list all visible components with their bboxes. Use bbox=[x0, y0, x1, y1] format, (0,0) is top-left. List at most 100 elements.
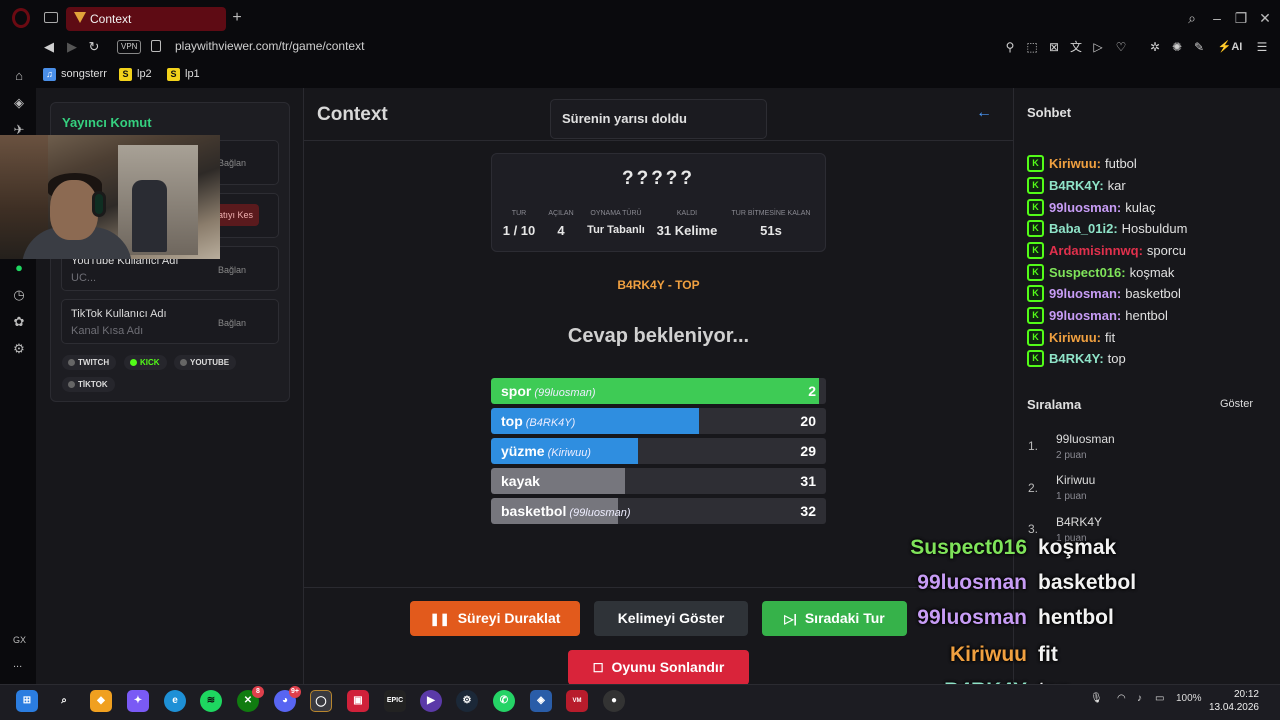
translate-icon[interactable]: 文 bbox=[1068, 39, 1084, 55]
end-game-button[interactable]: ☐ Oyunu Sonlandır bbox=[568, 650, 749, 685]
guess-user: (Kiriwuu) bbox=[547, 447, 591, 459]
wallpaper-icon[interactable]: ✺ bbox=[1169, 39, 1185, 55]
forward-icon[interactable]: ▶ bbox=[64, 39, 80, 55]
show-word-button[interactable]: Kelimeyi Göster bbox=[594, 601, 748, 636]
tiktok-username-input[interactable]: Kanal Kısa Adı bbox=[71, 325, 143, 337]
brave-icon[interactable]: ◆ bbox=[90, 690, 112, 712]
vpn-badge[interactable]: VPN bbox=[117, 40, 142, 54]
lock-icon[interactable] bbox=[151, 40, 161, 52]
stat-value: 31 Kelime bbox=[656, 223, 718, 238]
back-arrow-icon[interactable]: ← bbox=[976, 104, 992, 122]
gx-mods-icon[interactable]: ✲ bbox=[1147, 39, 1163, 55]
volume-icon[interactable]: ♪ bbox=[1137, 693, 1142, 704]
hidden-word: ????? bbox=[621, 168, 696, 189]
disconnect-button[interactable]: atıyı Kes bbox=[214, 204, 259, 226]
sidebar-mods-icon[interactable]: ✿ bbox=[11, 314, 27, 330]
rank-points: 2 puan bbox=[1056, 450, 1087, 461]
network-app-icon[interactable]: ◈ bbox=[530, 690, 552, 712]
chat-text: hentbol bbox=[1125, 307, 1168, 323]
platform-label: TWITCH bbox=[78, 358, 110, 367]
sidebar-home-icon[interactable]: ⌂ bbox=[11, 68, 27, 84]
bookmark-lp2[interactable]: S lp2 bbox=[119, 66, 152, 82]
guess-word: basketbol bbox=[501, 503, 567, 519]
music-icon[interactable]: ✎ bbox=[1191, 39, 1207, 55]
battery-icon[interactable]: ▭ bbox=[1155, 693, 1164, 704]
new-tab-icon[interactable]: + bbox=[230, 9, 244, 27]
chat-text: futbol bbox=[1105, 155, 1137, 171]
stat-round: TUR 1 / 10 bbox=[499, 210, 539, 238]
ai-button[interactable]: ⚡AI bbox=[1216, 39, 1244, 55]
discord-icon[interactable]: ◕ 9+ bbox=[274, 686, 301, 712]
back-icon[interactable]: ◀ bbox=[41, 39, 57, 55]
sidebar-more-icon[interactable]: ... bbox=[13, 658, 22, 670]
connect-link[interactable]: Bağlan bbox=[218, 265, 246, 275]
battery-percent: 100% bbox=[1176, 693, 1202, 704]
connect-link[interactable]: Bağlan bbox=[218, 318, 246, 328]
stat-value: 51s bbox=[760, 223, 782, 238]
clock[interactable]: 20:12 13.04.2026 bbox=[1207, 688, 1259, 714]
reload-icon[interactable]: ↻ bbox=[86, 39, 102, 55]
bookmark-songsterr[interactable]: ♫ songsterr bbox=[43, 66, 107, 82]
adblock-icon[interactable]: ⊠ bbox=[1046, 39, 1062, 55]
stat-key: TUR BİTMESİNE KALAN bbox=[731, 210, 811, 217]
stop-icon: ☐ bbox=[592, 661, 604, 675]
show-ranking-button[interactable]: Göster bbox=[1220, 398, 1253, 410]
sidebar-settings-icon[interactable]: ⚙ bbox=[11, 341, 27, 357]
chat-message: K Kiriwuu: fit bbox=[1027, 328, 1115, 346]
whatsapp-icon[interactable]: ✆ bbox=[493, 690, 515, 712]
copilot-icon[interactable]: ✦ bbox=[127, 690, 149, 712]
snapshot-icon[interactable]: ⬚ bbox=[1024, 39, 1040, 55]
stat-key: AÇILAN bbox=[548, 210, 574, 217]
url-field[interactable]: playwithviewer.com/tr/game/context bbox=[175, 39, 364, 53]
media-player-icon[interactable]: ▶ bbox=[420, 690, 442, 712]
mic-icon[interactable]: 🎙 bbox=[1090, 693, 1103, 704]
chat-text: koşmak bbox=[1129, 264, 1175, 280]
pin-icon[interactable]: ⚲ bbox=[1002, 39, 1018, 55]
search-icon[interactable]: ⌕ bbox=[53, 690, 75, 712]
opera-logo-icon[interactable] bbox=[12, 8, 30, 28]
wifi-icon[interactable]: ◠ bbox=[1117, 693, 1126, 704]
red-app-icon[interactable]: ▣ bbox=[347, 690, 369, 712]
opera-gx-icon[interactable]: ◯ bbox=[310, 690, 332, 712]
bookmark-lp1[interactable]: S lp1 bbox=[167, 66, 200, 82]
chat-text: kar bbox=[1107, 177, 1126, 193]
connect-link[interactable]: Bağlan bbox=[218, 158, 246, 168]
chat-message: K 99luosman: basketbol bbox=[1027, 284, 1181, 302]
sidebar-spotify-icon[interactable]: ● bbox=[11, 260, 27, 276]
tab-islands-icon[interactable] bbox=[44, 12, 58, 23]
minimize-icon[interactable]: – bbox=[1208, 10, 1226, 26]
xbox-icon[interactable]: ✕ 8 bbox=[237, 686, 264, 712]
close-icon[interactable]: ✕ bbox=[1256, 10, 1274, 27]
platform-label: TİKTOK bbox=[78, 380, 108, 389]
stat-key: OYNAMA TÜRÜ bbox=[590, 210, 642, 217]
steam-icon[interactable]: ⚙ bbox=[456, 690, 478, 712]
button-label: Oyunu Sonlandır bbox=[611, 659, 725, 675]
play-icon[interactable]: ▷ bbox=[1090, 39, 1106, 55]
epic-games-icon[interactable]: EPIC bbox=[384, 690, 406, 712]
restore-icon[interactable]: ❐ bbox=[1232, 10, 1250, 27]
rank-name: Kiriwuu bbox=[1056, 473, 1096, 487]
clock-time: 20:12 bbox=[1233, 689, 1259, 700]
stat-key: KALDI bbox=[676, 210, 698, 217]
platform-youtube: YOUTUBE bbox=[174, 355, 237, 370]
status-dot bbox=[180, 359, 187, 366]
spotify-icon[interactable]: ≋ bbox=[200, 690, 222, 712]
chat-user: Suspect016: bbox=[1049, 264, 1126, 280]
start-icon[interactable]: ⊞ bbox=[16, 690, 38, 712]
platform-label: KICK bbox=[140, 358, 160, 367]
voicemeeter-icon[interactable]: VM bbox=[566, 690, 588, 712]
menu-icon[interactable]: ☰ bbox=[1254, 39, 1270, 55]
sidebar-history-icon[interactable]: ◷ bbox=[11, 287, 27, 303]
obs-icon[interactable]: ● bbox=[603, 690, 625, 712]
pause-timer-button[interactable]: ❚❚ Süreyi Duraklat bbox=[410, 601, 580, 636]
heart-icon[interactable]: ♡ bbox=[1113, 39, 1129, 55]
youtube-username-input[interactable]: UC... bbox=[71, 272, 96, 284]
platform-twitch: TWITCH bbox=[62, 355, 117, 370]
edge-icon[interactable]: e bbox=[164, 690, 186, 712]
search-tabs-icon[interactable]: ⌕ bbox=[1183, 10, 1201, 27]
chat-user: Ardamisinnwq: bbox=[1049, 242, 1143, 258]
s-logo-icon: S bbox=[167, 67, 180, 81]
chat-user: Baba_01i2: bbox=[1049, 220, 1118, 236]
button-label: Süreyi Duraklat bbox=[457, 610, 561, 626]
sidebar-gx-corner-icon[interactable]: ◈ bbox=[11, 95, 27, 111]
